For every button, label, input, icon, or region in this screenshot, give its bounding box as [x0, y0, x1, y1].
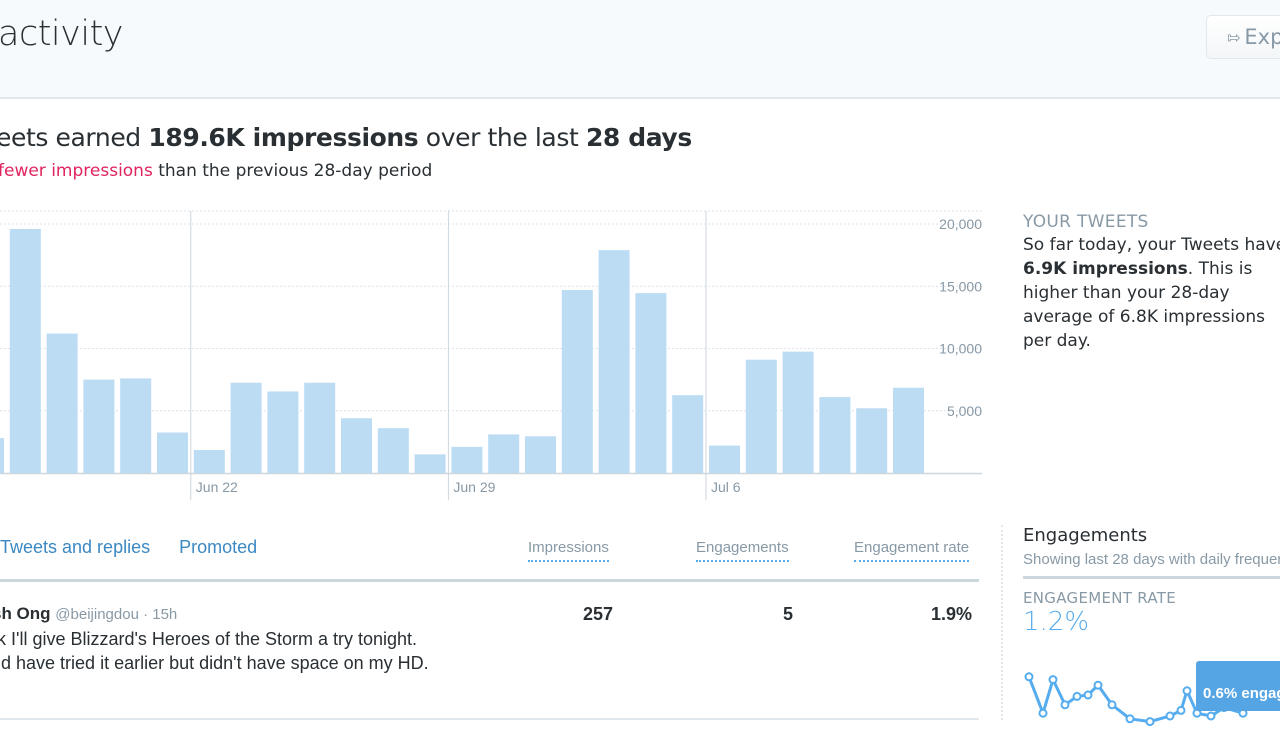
impressions-bar: [598, 250, 630, 473]
page-header: activity ⇰ Exp: [0, 0, 1280, 99]
impressions-bar: [709, 445, 740, 473]
sparkline-point[interactable]: [1145, 717, 1155, 727]
impressions-bar: [893, 387, 924, 473]
column-impressions[interactable]: Impressions: [528, 540, 609, 562]
engagements-divider: [1023, 576, 1280, 579]
y-tick-label: 20,000: [939, 216, 982, 232]
impressions-chart: Jun 22 Jun 29 Jul 6 5,000 10,000 15,000 20,00…: [0, 205, 1000, 505]
impressions-bar: [377, 428, 409, 473]
impressions-bar: [414, 454, 446, 473]
author-handle[interactable]: @beijingdou · 15h: [55, 606, 177, 623]
comparison-text: than the previous 28-day period: [152, 161, 433, 181]
impressions-comparison: fewer impressions than the previous 28-d…: [0, 161, 432, 181]
sparkline-point[interactable]: [1107, 700, 1117, 710]
engagement-rate-value: 1.2%: [1023, 607, 1090, 637]
summary-text: eets earned: [0, 123, 149, 152]
sparkline-point[interactable]: [1206, 711, 1216, 721]
your-tweets-text-part: So far today, your Tweets have: [1023, 235, 1280, 255]
impressions-bar: [672, 395, 704, 473]
sparkline-point[interactable]: [1060, 700, 1070, 710]
engagements-panel: Engagements Showing last 28 days with da…: [1023, 525, 1280, 637]
summary-days: 28 days: [585, 123, 692, 152]
impressions-bar: [0, 438, 4, 473]
x-tick-label: Jun 29: [453, 479, 495, 495]
impressions-bar: [230, 382, 262, 473]
page-title: activity: [0, 14, 124, 54]
y-tick-label: 10,000: [939, 341, 982, 357]
impressions-bar: [561, 289, 593, 473]
impressions-bar: [451, 446, 483, 473]
comparison-negative: fewer impressions: [0, 161, 153, 181]
tweet-row[interactable]: sh Ong @beijingdou · 15h nk I'll give Bl…: [0, 582, 979, 720]
impressions-bar: [525, 436, 556, 473]
your-tweets-label: YOUR TWEETS: [1023, 212, 1149, 232]
sparkline-point[interactable]: [1024, 672, 1034, 682]
sparkline-point[interactable]: [1072, 691, 1082, 701]
tweet-engagement-rate: 1.9%: [930, 604, 972, 624]
x-tick-label: Jun 22: [196, 479, 238, 495]
impressions-bar: [120, 378, 152, 473]
your-tweets-text: So far today, your Tweets have 6.9K impr…: [1023, 233, 1280, 353]
today-impressions: 6.9K impressions: [1023, 259, 1188, 279]
impressions-bar: [193, 449, 225, 473]
y-tick-label: 15,000: [939, 278, 982, 294]
author-name[interactable]: sh Ong: [0, 604, 51, 623]
summary-text: over the last: [418, 123, 586, 152]
impressions-bar: [635, 293, 667, 473]
engagements-subtitle: Showing last 28 days with daily frequenc…: [1023, 551, 1280, 568]
x-tick-label: Jul 6: [711, 479, 741, 495]
tweet-engagements: 5: [782, 604, 793, 624]
impressions-bar: [782, 351, 814, 473]
engagements-title: Engagements: [1023, 525, 1148, 546]
impressions-bar: [83, 379, 115, 473]
impressions-bar: [157, 432, 188, 473]
export-label: Exp: [1244, 25, 1280, 49]
impressions-summary: eets earned 189.6K impressions over the …: [0, 123, 692, 152]
column-engagement-rate[interactable]: Engagement rate: [854, 540, 970, 562]
impressions-bar: [9, 228, 41, 473]
sparkline-point[interactable]: [1125, 714, 1135, 724]
column-divider: [1001, 525, 1003, 720]
column-engagements[interactable]: Engagements: [696, 540, 789, 562]
export-icon: ⇰: [1227, 27, 1241, 47]
sparkline-point[interactable]: [1165, 711, 1175, 721]
impressions-bar: [856, 408, 888, 473]
engagement-rate-label: ENGAGEMENT RATE: [1023, 589, 1177, 607]
impressions-bar-chart: Jun 22 Jun 29 Jul 6 5,000 10,000 15,000 20,00…: [0, 210, 982, 500]
tab-tweets-and-replies[interactable]: Tweets and replies: [0, 537, 150, 558]
impressions-bar: [46, 333, 78, 473]
impressions-bar: [488, 434, 520, 473]
tweet-text: nk I'll give Blizzard's Heroes of the St…: [0, 629, 429, 673]
impressions-bar: [341, 418, 372, 473]
summary-impressions: 189.6K impressions: [148, 123, 419, 152]
sparkline-point[interactable]: [1083, 690, 1093, 700]
your-tweets-panel: YOUR TWEETS So far today, your Tweets ha…: [1023, 212, 1280, 353]
tab-promoted[interactable]: Promoted: [179, 537, 257, 558]
sparkline-point[interactable]: [1048, 675, 1058, 685]
y-tick-label: 5,000: [947, 403, 982, 419]
export-data-button[interactable]: ⇰ Exp: [1206, 15, 1280, 59]
sparkline-point[interactable]: [1182, 686, 1192, 696]
impressions-bar: [745, 359, 777, 473]
sparkline-point[interactable]: [1093, 680, 1103, 690]
sparkline-point[interactable]: [1176, 705, 1186, 715]
tweet-author: sh Ong @beijingdou · 15h: [0, 604, 177, 624]
sparkline-tooltip: 0.6% engagement rate: [1196, 661, 1280, 711]
impressions-bar: [819, 397, 851, 473]
sparkline-point[interactable]: [1038, 708, 1048, 718]
impressions-bar: [267, 391, 299, 473]
tweet-impressions: 257: [582, 604, 613, 624]
impressions-bar: [304, 382, 336, 473]
tweet-tabs: Tweets and replies Promoted: [0, 537, 286, 558]
